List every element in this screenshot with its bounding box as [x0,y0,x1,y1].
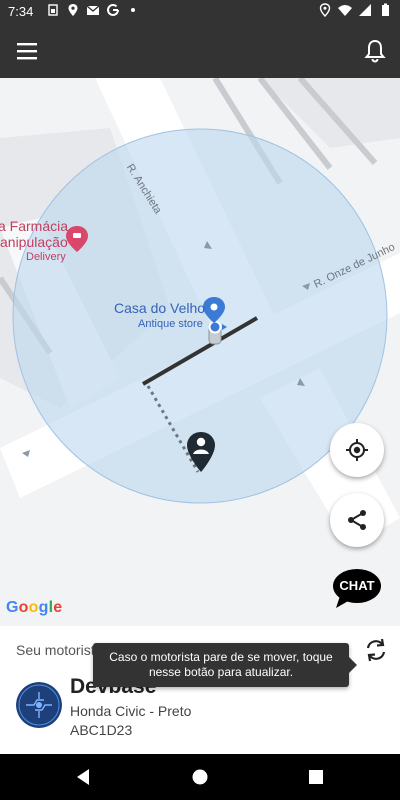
status-time: 7:34 [8,4,34,19]
signal-icon [359,4,371,16]
app-bar [0,24,400,78]
dot-icon [131,8,135,12]
google-icon [107,3,119,16]
status-bar: 7:34 [0,0,400,24]
wifi-icon [338,5,352,16]
driver-avatar [16,682,62,728]
location-icon [319,3,331,17]
car-model: Honda Civic - Preto [70,703,192,719]
refresh-tooltip-text: Caso o motorista pare de se mover, toque… [109,650,333,679]
current-location-dot [208,320,222,334]
system-nav-bar [0,754,400,800]
refresh-icon[interactable] [362,636,390,664]
my-location-button[interactable] [330,423,384,477]
location-icon [68,4,78,16]
status-left-icons [46,3,140,17]
home-icon[interactable] [189,766,211,788]
share-button[interactable] [330,493,384,547]
google-attribution: Google [6,599,63,616]
my-location-icon [346,439,368,461]
tooltip-arrow [349,657,357,673]
refresh-tooltip: Caso o motorista pare de se mover, toque… [93,643,357,687]
back-icon[interactable] [73,766,95,788]
place-casa-do-velho-subtitle: Antique store [138,318,203,330]
place-farmacia-subtitle: Delivery [26,251,66,263]
place-farmacia-line2: anipulação [0,234,68,250]
sim-card-icon [48,4,58,16]
chat-label: CHAT [339,578,375,593]
license-plate: ABC1D23 [70,722,133,738]
status-right-icons [318,3,392,17]
map-canvas[interactable] [0,78,400,626]
gmail-icon [86,5,100,15]
map-view[interactable]: R. Anchieta R. Onze de Junho a Farmácia … [0,78,400,626]
share-icon [348,510,366,530]
menu-icon[interactable] [14,39,40,63]
driver-section-label: Seu motorista [16,642,103,658]
place-casa-do-velho: Casa do Velho [114,300,206,316]
battery-icon [382,3,389,16]
place-farmacia-line1: a Farmácia [0,218,69,234]
bell-icon[interactable] [362,38,388,64]
recents-icon[interactable] [305,766,327,788]
chat-button[interactable]: CHAT [332,568,382,608]
